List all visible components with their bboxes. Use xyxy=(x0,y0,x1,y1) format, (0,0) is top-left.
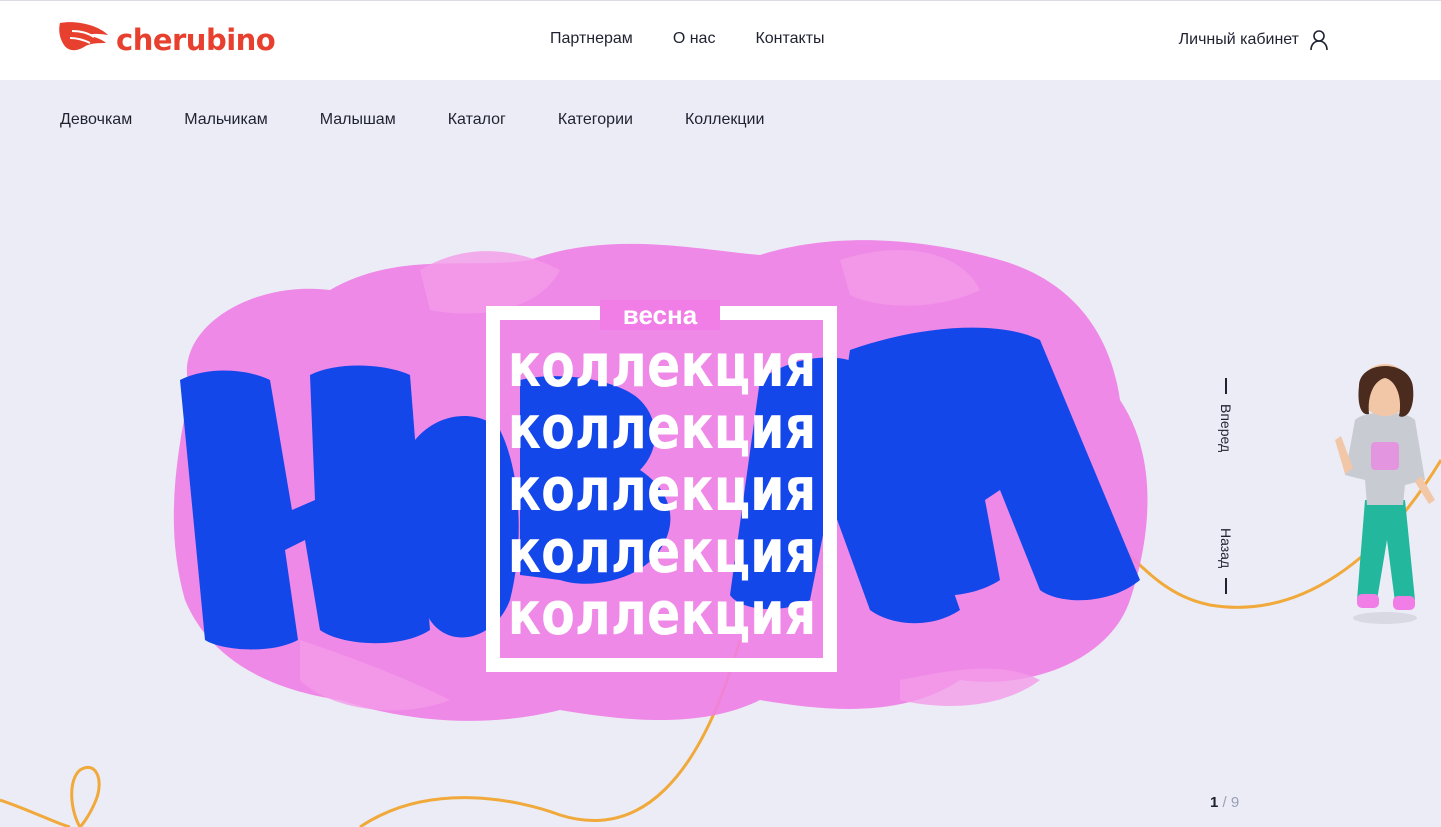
collection-lines: коллекция коллекция коллекция коллекция … xyxy=(508,330,817,648)
slide-current: 1 xyxy=(1210,794,1219,811)
top-nav-contacts[interactable]: Контакты xyxy=(755,30,824,48)
brand-logo[interactable]: cherubino xyxy=(58,19,276,59)
category-girls[interactable]: Девочкам xyxy=(60,111,132,129)
collection-line: коллекция xyxy=(508,330,817,400)
season-label: весна xyxy=(623,300,698,330)
category-boys[interactable]: Мальчикам xyxy=(184,111,268,129)
collection-line: коллекция xyxy=(508,454,817,524)
slider-next-label: Вперед xyxy=(1218,404,1234,453)
slider-next-button[interactable]: Вперед xyxy=(1208,378,1244,462)
category-categories[interactable]: Категории xyxy=(558,111,633,129)
slide-total: 9 xyxy=(1230,794,1240,811)
top-nav: Партнерам О нас Контакты xyxy=(550,30,825,48)
top-nav-partners[interactable]: Партнерам xyxy=(550,30,633,48)
account-link[interactable]: Личный кабинет xyxy=(1179,29,1329,51)
category-catalog[interactable]: Каталог xyxy=(448,111,506,129)
slide-separator: / xyxy=(1222,794,1227,811)
account-label: Личный кабинет xyxy=(1178,31,1299,48)
slide-counter: 1 / 9 xyxy=(1210,794,1239,811)
wing-icon xyxy=(59,22,108,51)
slider-prev-label: Назад xyxy=(1218,528,1234,569)
collection-line: коллекция xyxy=(508,578,817,648)
collection-line: коллекция xyxy=(508,516,817,586)
dash-icon xyxy=(1225,378,1227,394)
slider-prev-button[interactable]: Назад xyxy=(1208,518,1244,595)
category-collections[interactable]: Коллекции xyxy=(685,111,764,129)
site-header: cherubino Партнерам О нас Контакты Личны… xyxy=(0,0,1441,80)
collection-line: коллекция xyxy=(508,392,817,462)
top-nav-about[interactable]: О нас xyxy=(673,30,716,48)
rope-line xyxy=(0,766,101,827)
dash-icon xyxy=(1225,578,1227,595)
category-nav: Девочкам Мальчикам Малышам Каталог Катег… xyxy=(60,111,764,129)
brand-name: cherubino xyxy=(116,22,276,57)
user-icon xyxy=(1310,30,1328,51)
category-babies[interactable]: Малышам xyxy=(320,111,396,129)
